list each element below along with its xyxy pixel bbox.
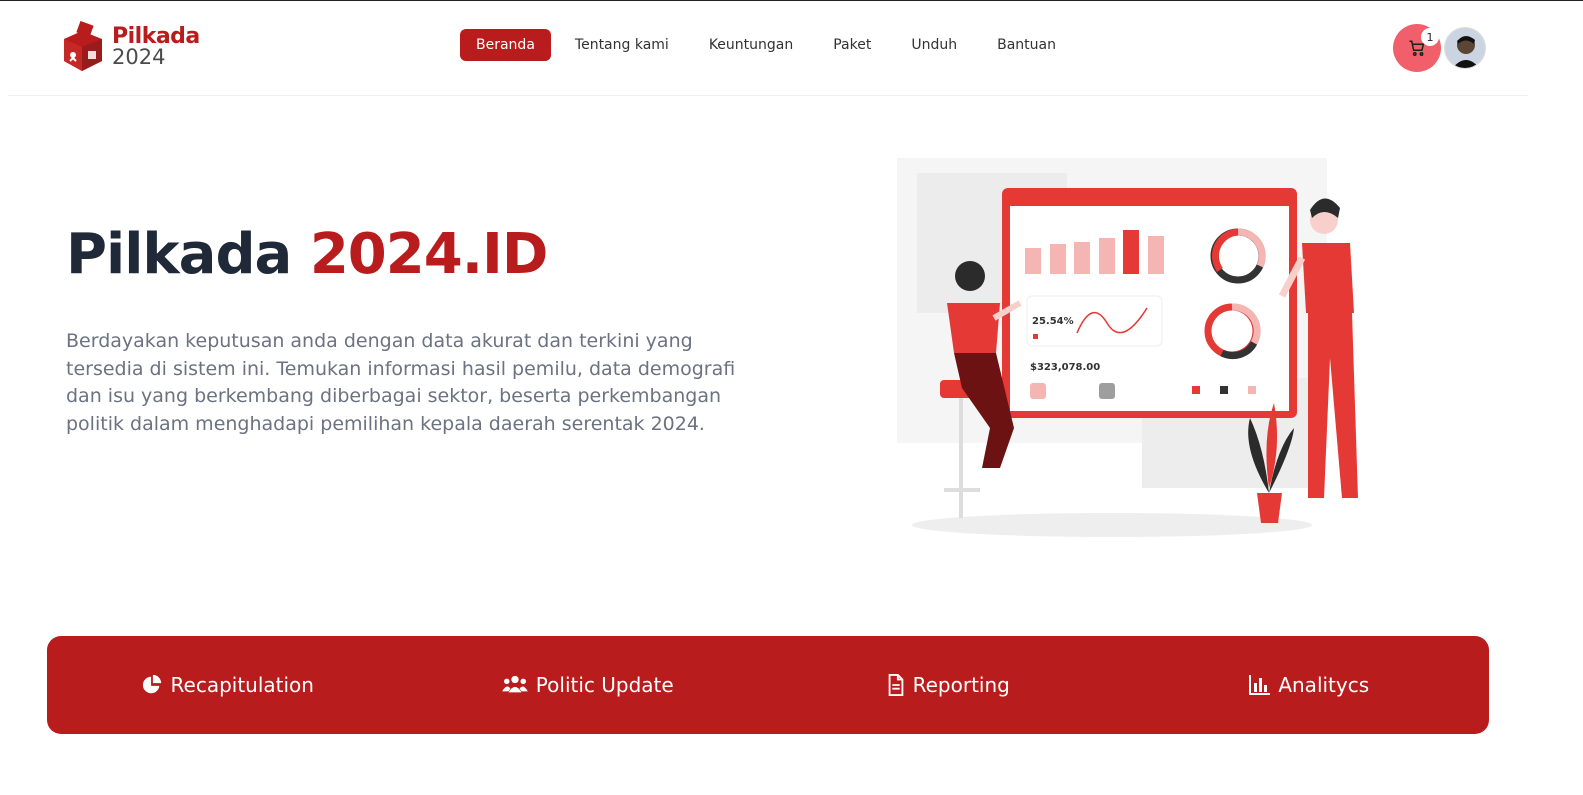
nav-paket[interactable]: Paket [817,29,887,61]
illustration-percent: 25.54% [1032,316,1074,327]
feature-recapitulation[interactable]: Recapitulation [47,673,408,697]
feature-politic-update-label: Politic Update [535,673,674,697]
hero-description: Berdayakan keputusan anda dengan data ak… [66,330,736,435]
feature-analytics-label: Analitycs [1278,673,1370,697]
navbar: Pilkada 2024 Beranda Tentang kami Keuntu… [8,1,1528,96]
feature-reporting-label: Reporting [912,673,1010,697]
main-nav: Beranda Tentang kami Keuntungan Paket Un… [460,29,1080,61]
user-avatar-image [1445,28,1485,68]
logo[interactable]: Pilkada 2024 [60,21,200,73]
nav-unduh[interactable]: Unduh [895,29,973,61]
pie-chart-icon [142,674,161,694]
illustration-amount: $323,078.00 [1030,362,1100,373]
ballot-box-icon [64,21,102,71]
feature-analytics[interactable]: Analitycs [1129,673,1490,697]
feature-reporting[interactable]: Reporting [768,673,1129,697]
logo-title: Pilkada [112,24,200,49]
document-icon [888,674,903,696]
hero-title-main: Pilkada [66,222,310,287]
feature-bar: Recapitulation Politic Update Reporting … [47,636,1489,734]
logo-year: 2024 [112,45,166,69]
nav-keuntungan[interactable]: Keuntungan [693,29,809,61]
avatar[interactable] [1444,27,1486,69]
nav-beranda[interactable]: Beranda [460,29,551,61]
nav-bantuan[interactable]: Bantuan [981,29,1072,61]
bar-chart-icon [1249,675,1271,695]
feature-politic-update[interactable]: Politic Update [408,673,769,697]
hero-title: Pilkada 2024.ID [66,222,548,287]
feature-recapitulation-label: Recapitulation [170,673,314,697]
cart-button[interactable]: 1 [1393,24,1441,72]
users-icon [501,675,528,693]
dashboard-illustration: 25.54% $323,078.00 [897,158,1358,537]
nav-tentang-kami[interactable]: Tentang kami [559,29,685,61]
hero-title-accent: 2024.ID [309,222,548,287]
cart-count-badge: 1 [1421,28,1439,46]
